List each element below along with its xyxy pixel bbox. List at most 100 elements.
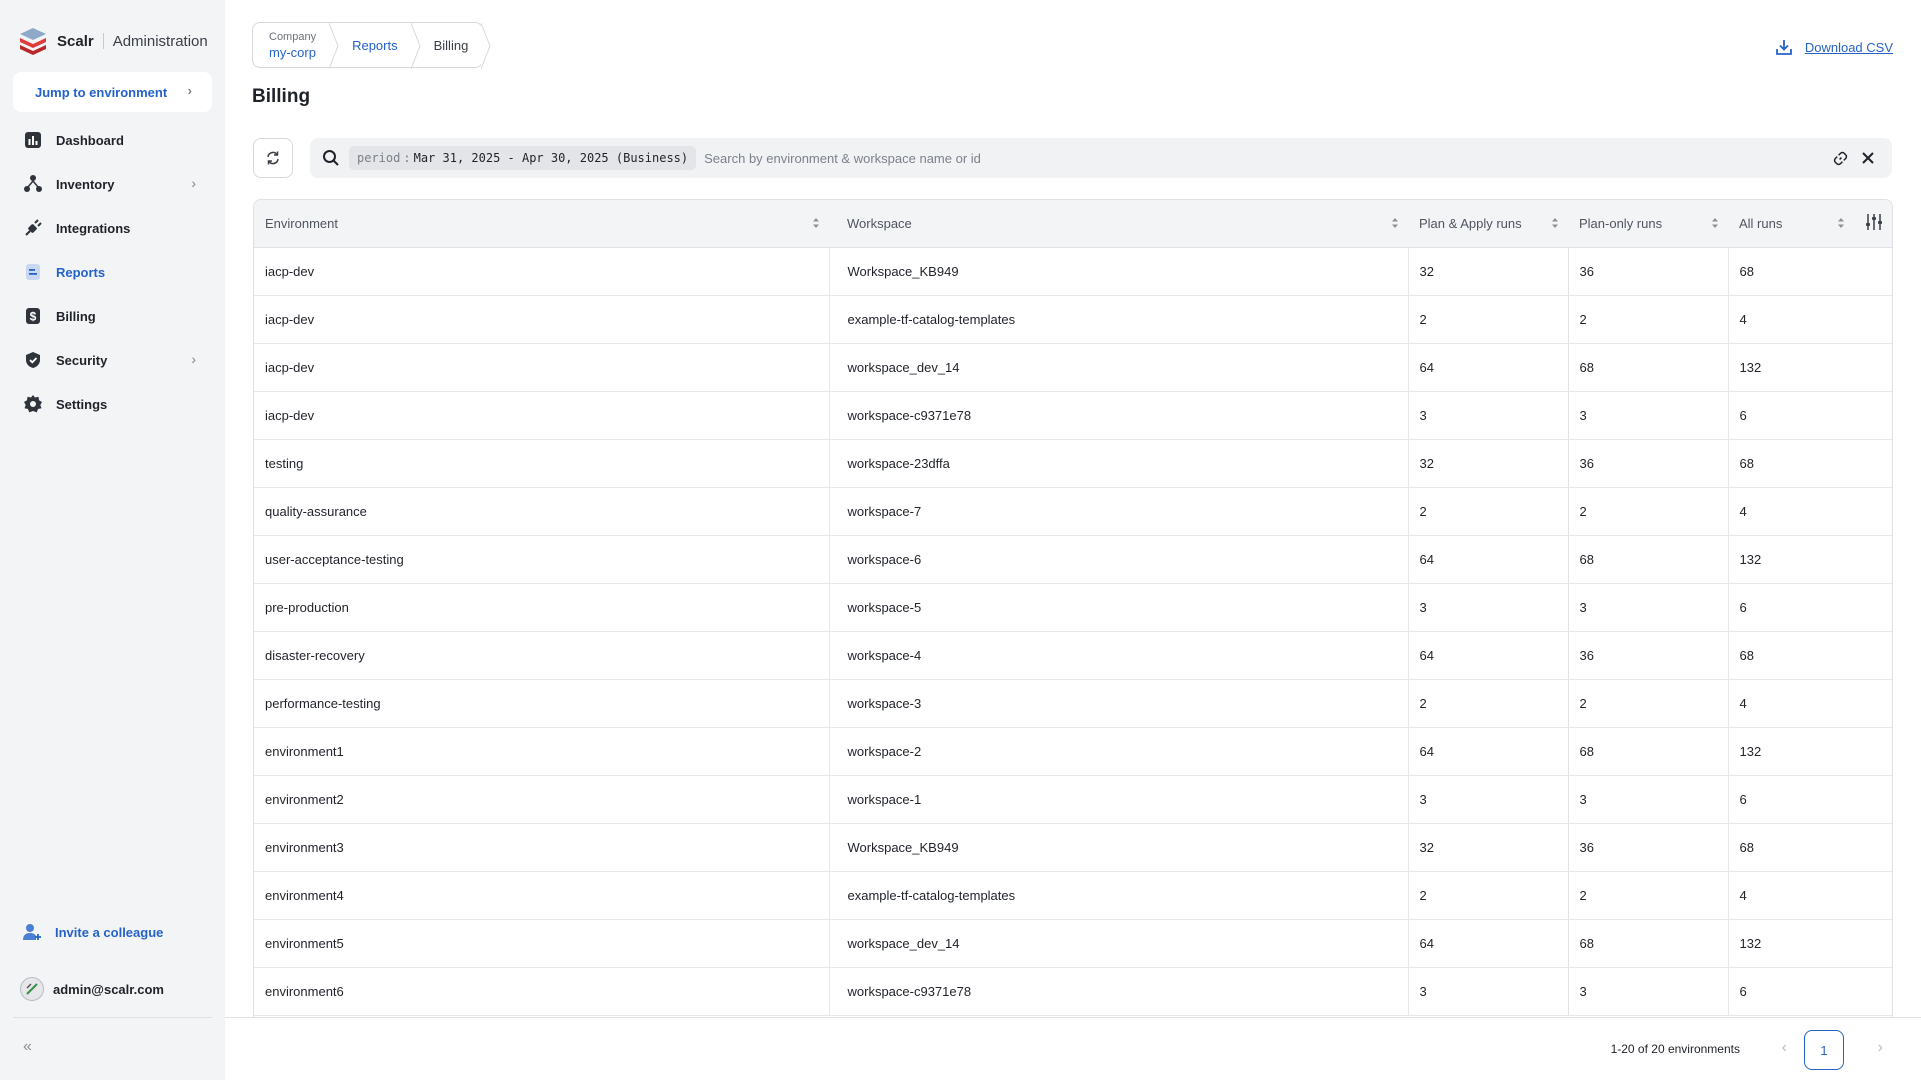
page-button-current[interactable]: 1 (1804, 1030, 1844, 1070)
cell-filler (1854, 631, 1892, 680)
table-row[interactable]: iacp-dev workspace-c9371e78 3 3 6 (254, 391, 1892, 440)
column-label: Plan-only runs (1579, 215, 1663, 231)
column-settings-button[interactable] (1854, 200, 1892, 248)
breadcrumb-current-label: Billing (433, 37, 469, 53)
breadcrumb-company[interactable]: Company my-corp (253, 23, 339, 69)
cell-all-runs: 132 (1727, 919, 1854, 968)
table-row[interactable]: performance-testing workspace-3 2 2 4 (254, 679, 1892, 728)
table-row[interactable]: user-acceptance-testing workspace-6 64 68 13… (254, 535, 1892, 584)
breadcrumb-reports[interactable]: Reports (330, 23, 421, 69)
cell-plan-apply-runs: 3 (1407, 775, 1568, 824)
sort-icon[interactable] (1391, 216, 1399, 230)
cell-plan-apply-runs: 64 (1407, 343, 1568, 392)
chevron-right-icon: › (191, 351, 196, 367)
column-label: Plan & Apply runs (1419, 215, 1522, 231)
pagination-summary: 1-20 of 20 environments (1610, 1042, 1740, 1056)
brand[interactable]: Scalr Administration (18, 26, 208, 56)
sidebar-item-integrations[interactable]: Integrations (13, 206, 212, 250)
period-filter-chip[interactable]: period: Mar 31, 2025 - Apr 30, 2025 (Busi… (349, 146, 697, 170)
column-header-all-runs[interactable]: All runs (1728, 200, 1854, 248)
cell-environment: pre-production (254, 583, 829, 632)
cell-all-runs: 6 (1727, 775, 1854, 824)
cell-plan-apply-runs: 64 (1407, 919, 1568, 968)
avatar (20, 977, 44, 1001)
cell-plan-only-runs: 68 (1567, 727, 1728, 776)
next-page-icon[interactable]: › (1878, 1039, 1883, 1057)
shield-icon (22, 349, 44, 371)
sidebar-item-dashboard[interactable]: Dashboard (13, 118, 212, 162)
billing-table: Environment Workspace Plan & Apply runs … (253, 199, 1893, 1017)
table-row[interactable]: iacp-dev example-tf-catalog-templates 2 2 4 (254, 295, 1892, 344)
brand-name: Scalr (57, 32, 94, 50)
column-header-environment[interactable]: Environment (254, 200, 829, 248)
cell-workspace: workspace_dev_14 (828, 343, 1408, 392)
clear-search-button[interactable] (1854, 144, 1882, 172)
cell-filler (1854, 391, 1892, 440)
link-icon (1833, 151, 1847, 165)
add-user-icon (23, 924, 41, 940)
table-row[interactable]: environment3 Workspace_KB949 32 36 68 (254, 823, 1892, 872)
search-icon (322, 149, 340, 167)
table-row[interactable]: environment6 workspace-c9371e78 3 3 6 (254, 967, 1892, 1016)
refresh-button[interactable] (253, 138, 293, 178)
cell-workspace: workspace-c9371e78 (828, 967, 1408, 1016)
user-menu[interactable]: admin@scalr.com (20, 977, 164, 1001)
sort-icon[interactable] (812, 216, 820, 230)
table-row[interactable]: environment1 workspace-2 64 68 132 (254, 727, 1892, 776)
breadcrumb-company-caption: Company (269, 30, 317, 43)
jump-to-environment-button[interactable]: Jump to environment › (13, 72, 212, 112)
search-bar: period: Mar 31, 2025 - Apr 30, 2025 (Busi… (310, 138, 1892, 178)
column-header-plan-apply-runs[interactable]: Plan & Apply runs (1408, 200, 1568, 248)
table-row[interactable]: iacp-dev Workspace_KB949 32 36 68 (254, 247, 1892, 296)
table-row[interactable]: disaster-recovery workspace-4 64 36 68 (254, 631, 1892, 680)
cell-workspace: Workspace_KB949 (828, 823, 1408, 872)
copy-link-button[interactable] (1826, 144, 1854, 172)
cell-workspace: workspace-6 (828, 535, 1408, 584)
download-csv-button[interactable]: Download CSV (1775, 38, 1893, 56)
column-header-plan-only-runs[interactable]: Plan-only runs (1568, 200, 1728, 248)
cell-all-runs: 6 (1727, 391, 1854, 440)
cell-all-runs: 132 (1727, 727, 1854, 776)
cell-plan-apply-runs: 64 (1407, 727, 1568, 776)
sidebar-item-billing[interactable]: $ Billing (13, 294, 212, 338)
table-row[interactable]: testing workspace-23dffa 32 36 68 (254, 439, 1892, 488)
sidebar-item-security[interactable]: Security › (13, 338, 212, 382)
cell-plan-apply-runs: 64 (1407, 631, 1568, 680)
cell-workspace: workspace-1 (828, 775, 1408, 824)
sort-icon[interactable] (1711, 216, 1719, 230)
table-row[interactable]: environment4 example-tf-catalog-templates… (254, 871, 1892, 920)
sort-icon[interactable] (1551, 216, 1559, 230)
breadcrumb-reports-link[interactable]: Reports (352, 38, 398, 53)
table-row[interactable]: pre-production workspace-5 3 3 6 (254, 583, 1892, 632)
column-header-workspace[interactable]: Workspace (829, 200, 1408, 248)
cell-plan-only-runs: 36 (1567, 439, 1728, 488)
cell-filler (1854, 967, 1892, 1016)
previous-page-icon[interactable]: ‹ (1782, 1039, 1787, 1057)
cell-environment: iacp-dev (254, 343, 829, 392)
sidebar-item-reports[interactable]: Reports (13, 250, 212, 294)
column-label: All runs (1739, 215, 1783, 231)
collapse-sidebar-icon[interactable]: « (23, 1038, 32, 1056)
table-row[interactable]: iacp-dev workspace_dev_14 64 68 132 (254, 343, 1892, 392)
cell-plan-apply-runs: 32 (1407, 247, 1568, 296)
cell-filler (1854, 919, 1892, 968)
cell-all-runs: 132 (1727, 535, 1854, 584)
breadcrumb-company-link[interactable]: my-corp (269, 45, 316, 60)
cell-filler (1854, 871, 1892, 920)
sidebar-item-inventory[interactable]: Inventory › (13, 162, 212, 206)
sidebar-item-label: Dashboard (56, 132, 124, 148)
cell-filler (1854, 295, 1892, 344)
sidebar-item-settings[interactable]: Settings (13, 382, 212, 426)
table-row[interactable]: environment2 workspace-1 3 3 6 (254, 775, 1892, 824)
sort-icon[interactable] (1837, 216, 1845, 230)
cell-all-runs: 4 (1727, 679, 1854, 728)
cell-filler (1854, 247, 1892, 296)
table-row[interactable]: environment5 workspace_dev_14 64 68 132 (254, 919, 1892, 968)
table-body: iacp-dev Workspace_KB949 32 36 68 iacp-dev exa… (254, 247, 1892, 1016)
invite-colleague-button[interactable]: Invite a colleague (22, 922, 163, 942)
cell-environment: iacp-dev (254, 247, 829, 296)
filter-value: Mar 31, 2025 - Apr 30, 2025 (Business) (413, 151, 689, 165)
table-row[interactable]: quality-assurance workspace-7 2 2 4 (254, 487, 1892, 536)
search-input[interactable] (704, 150, 1826, 166)
jump-to-environment-label: Jump to environment (35, 84, 168, 100)
